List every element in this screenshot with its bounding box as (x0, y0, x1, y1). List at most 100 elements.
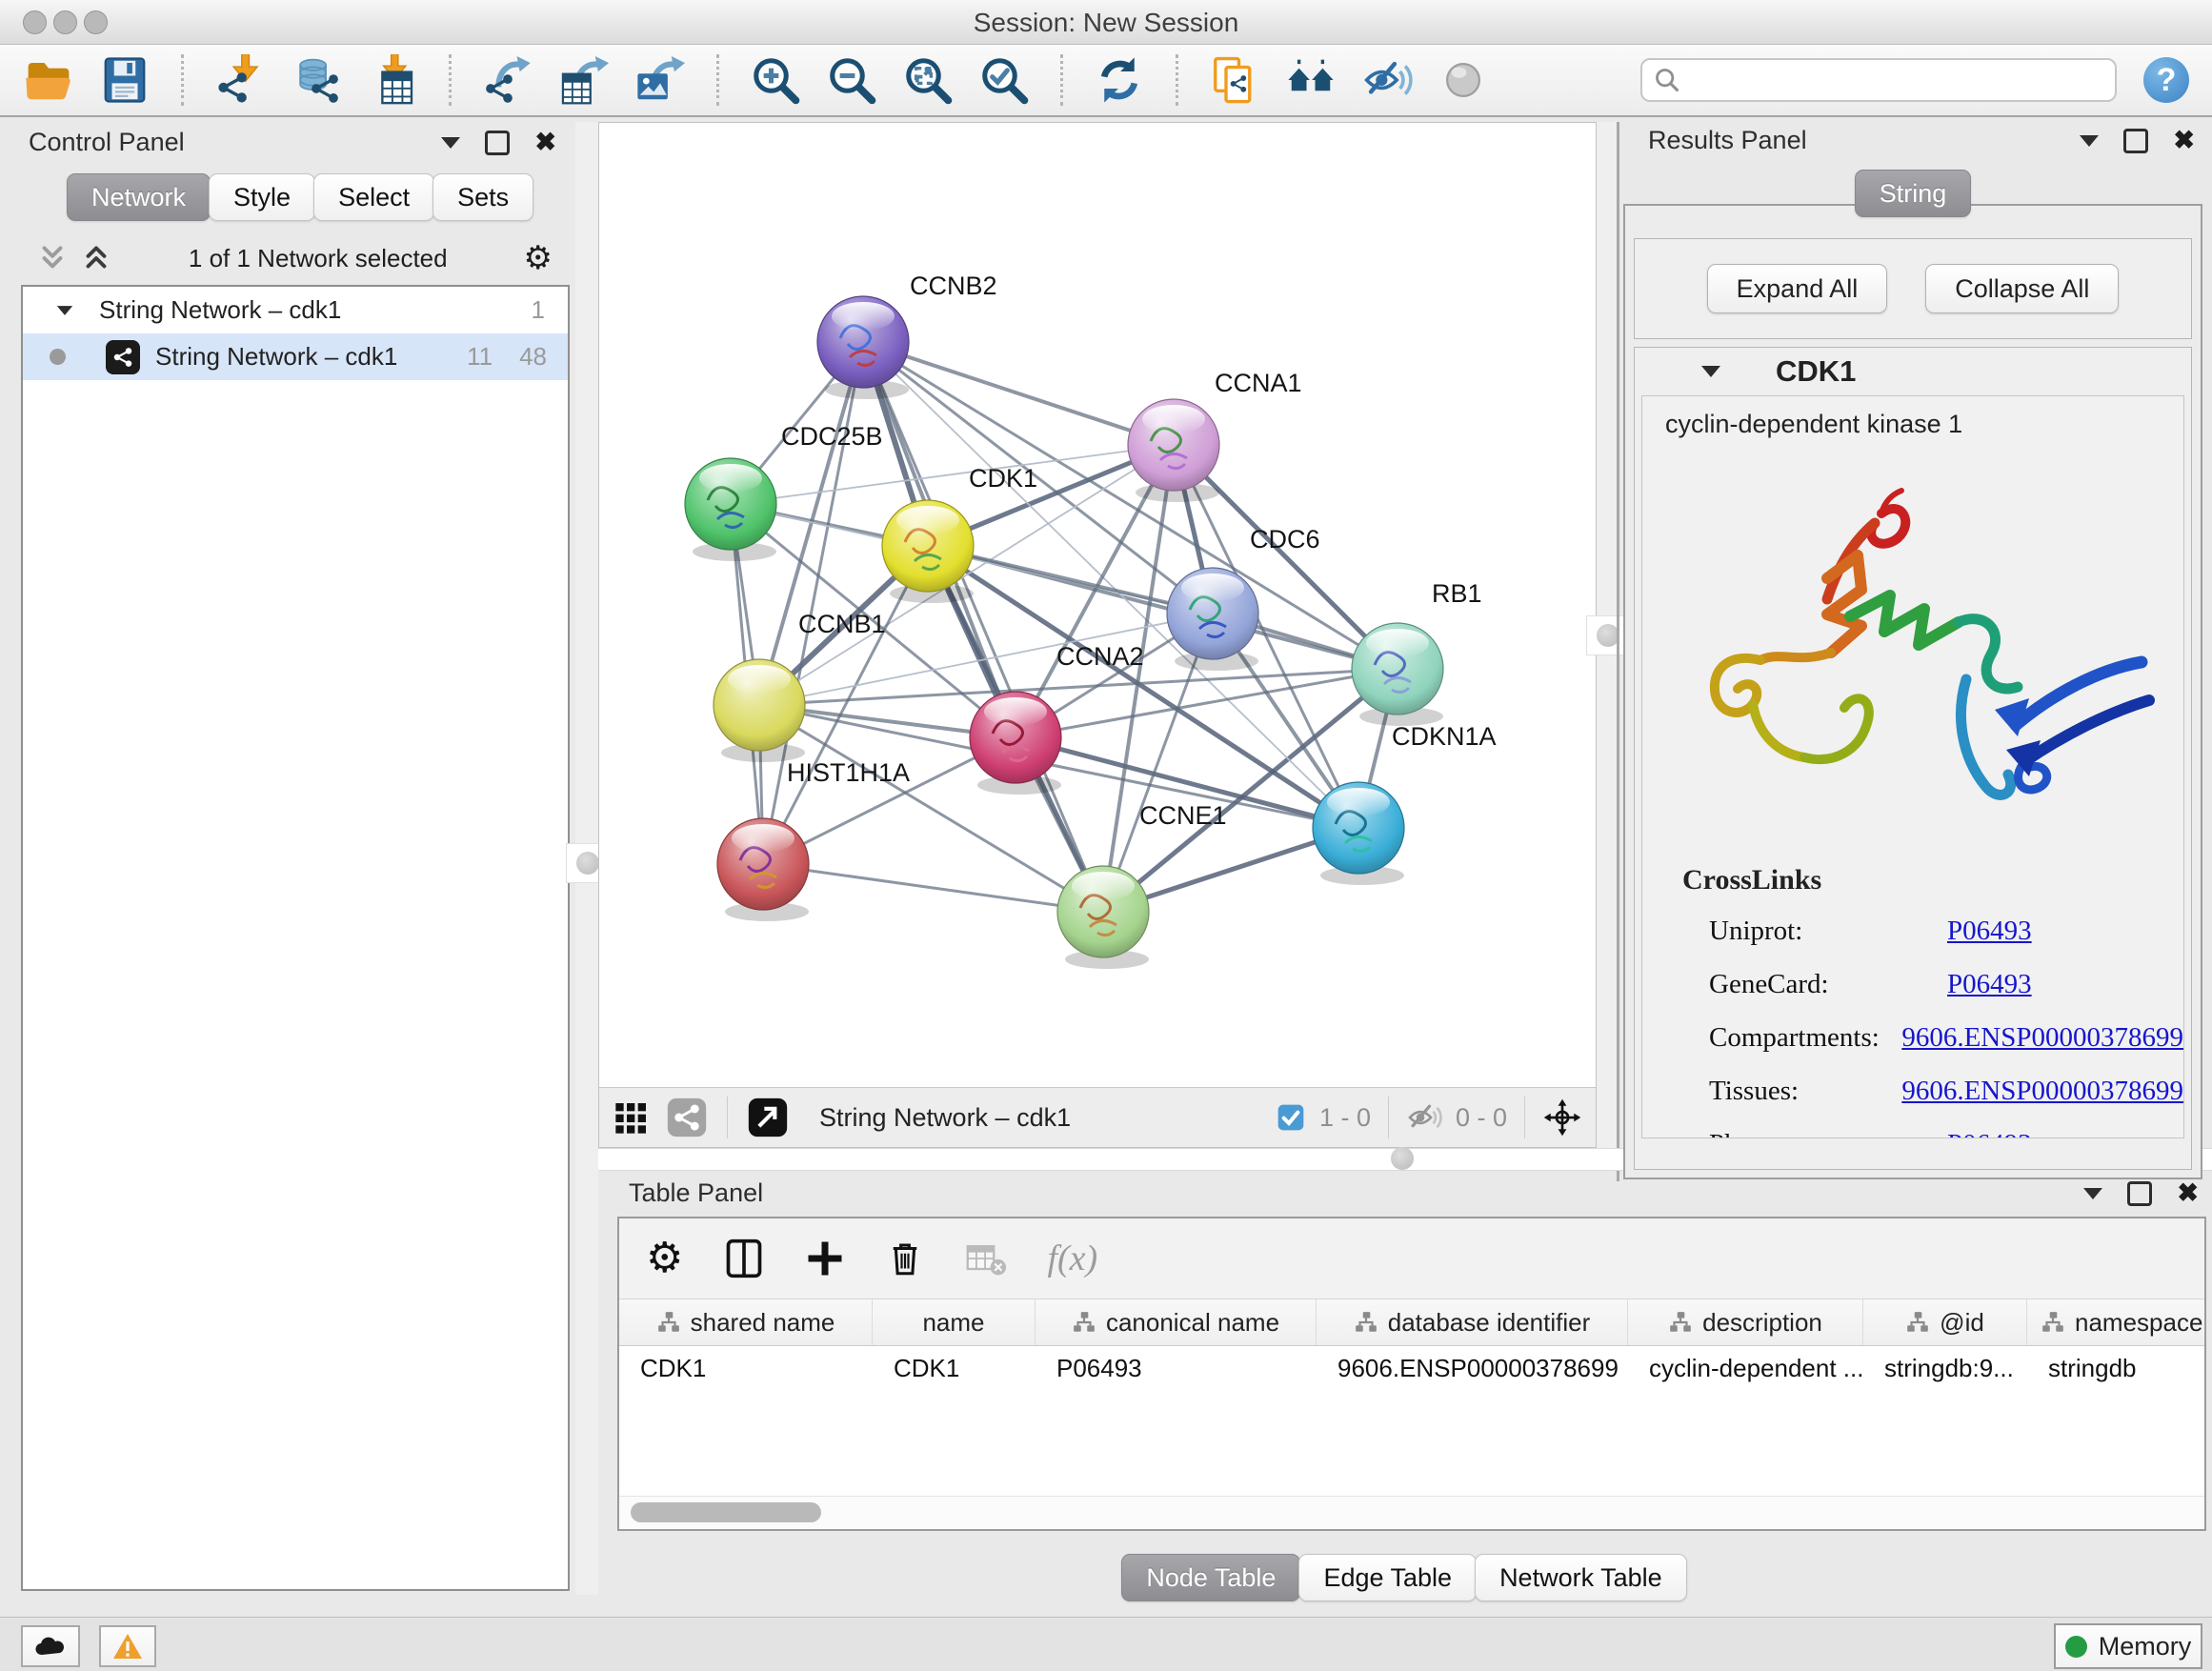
selected-node-edge-count: 1 - 0 (1319, 1103, 1371, 1133)
control-panel-title: Control Panel (29, 128, 185, 157)
collection-expander-icon[interactable] (57, 306, 72, 315)
close-panel-icon[interactable]: ✖ (2177, 1180, 2199, 1206)
import-network-from-database-button[interactable] (291, 54, 342, 106)
graph-node-HIST1H1A[interactable] (717, 818, 809, 921)
create-column-icon[interactable] (805, 1238, 845, 1278)
tissues-link[interactable]: 9606.ENSP00000378699 (1901, 1076, 2183, 1107)
hide-selected-button[interactable] (1361, 54, 1413, 106)
float-panel-icon[interactable] (2123, 129, 2148, 153)
close-panel-icon[interactable]: ✖ (534, 130, 556, 155)
open-session-button[interactable] (23, 54, 74, 106)
expand-all-networks-icon[interactable] (80, 242, 112, 274)
zoom-fit-button[interactable] (902, 54, 954, 106)
search-field[interactable] (1640, 58, 2117, 102)
expand-all-button[interactable]: Expand All (1707, 264, 1888, 313)
crosslink-row: GeneCard: P06493 (1709, 957, 2183, 1011)
export-table-button[interactable] (558, 54, 610, 106)
collapse-all-button[interactable]: Collapse All (1925, 264, 2119, 313)
network-view[interactable]: CCNB2CCNA1CDC25BCDK1CDC6RB1CCNB1CCNA2CDK… (598, 122, 1597, 1148)
graph-node-CCNB1[interactable] (714, 659, 805, 762)
tab-network[interactable]: Network (67, 173, 211, 221)
memory-button[interactable]: Memory (2054, 1623, 2202, 1669)
graph-node-CCNE1[interactable] (1057, 866, 1149, 969)
network-list: String Network – cdk1 1 String Network –… (21, 285, 570, 1591)
zoom-in-button[interactable] (750, 54, 801, 106)
network-selection-status: 1 of 1 Network selected (112, 244, 524, 273)
refresh-layout-button[interactable] (1094, 54, 1145, 106)
network-row-selected[interactable]: String Network – cdk1 11 48 (23, 333, 568, 380)
graph-node-CCNA1[interactable] (1128, 399, 1219, 502)
delete-column-icon[interactable] (885, 1238, 925, 1278)
toolbar-separator (1060, 54, 1063, 106)
panel-menu-icon[interactable] (441, 137, 460, 149)
tab-style[interactable]: Style (209, 173, 315, 221)
table-row[interactable]: CDK1 CDK1 P06493 9606.ENSP00000378699 cy… (619, 1346, 2204, 1390)
column-header-description[interactable]: description (1628, 1299, 1863, 1345)
graph-node-CDC25B[interactable] (685, 458, 776, 561)
import-table-from-file-button[interactable] (367, 54, 418, 106)
save-session-button[interactable] (99, 54, 151, 106)
detach-view-icon[interactable] (747, 1097, 789, 1138)
table-horizontal-scrollbar[interactable] (619, 1496, 2204, 1529)
horizontal-splitter-handle[interactable] (1391, 1147, 1414, 1170)
panel-menu-icon[interactable] (2083, 1188, 2102, 1199)
status-bar: Memory (0, 1617, 2212, 1671)
compartments-link[interactable]: 9606.ENSP00000378699 (1901, 1022, 2183, 1054)
network-collection-row[interactable]: String Network – cdk1 1 (23, 287, 568, 333)
column-header-shared-name[interactable]: shared name (619, 1299, 873, 1345)
first-neighbors-button[interactable] (1285, 54, 1337, 106)
import-network-from-file-button[interactable] (214, 54, 266, 106)
clone-network-button[interactable] (1209, 54, 1260, 106)
graph-node-RB1[interactable] (1352, 623, 1443, 726)
warnings-button[interactable] (99, 1625, 156, 1667)
graph-node-CCNA2[interactable] (970, 692, 1061, 795)
tab-string[interactable]: String (1855, 170, 1972, 217)
graph-node-CDC6[interactable] (1167, 568, 1258, 671)
selected-checkbox-icon[interactable] (1276, 1102, 1306, 1133)
export-image-button[interactable] (634, 54, 686, 106)
tab-sets[interactable]: Sets (432, 173, 533, 221)
zoom-selected-button[interactable] (978, 54, 1030, 106)
grid-view-icon[interactable] (613, 1098, 651, 1137)
table-header-row: shared name name canonical name database… (619, 1299, 2204, 1346)
scrollbar-thumb[interactable] (631, 1502, 821, 1522)
graph-node-CCNB2[interactable] (817, 296, 909, 399)
tab-node-table[interactable]: Node Table (1121, 1554, 1300, 1601)
collapse-all-networks-icon[interactable] (36, 242, 69, 274)
memory-label: Memory (2099, 1632, 2192, 1661)
genecard-link[interactable]: P06493 (1947, 969, 2032, 1000)
birds-eye-view-icon[interactable] (1542, 1097, 1582, 1137)
help-button[interactable]: ? (2143, 57, 2189, 103)
column-header-namespace[interactable]: namespace (2027, 1299, 2204, 1345)
node-label-HIST1H1A: HIST1H1A (787, 758, 910, 787)
node-label-CDC25B: CDC25B (781, 422, 883, 451)
tab-network-table[interactable]: Network Table (1475, 1554, 1687, 1601)
graph-node-CDKN1A[interactable] (1313, 782, 1404, 885)
pharos-link[interactable]: P06493 (1947, 1129, 2032, 1139)
table-options-gear-icon[interactable]: ⚙ (646, 1238, 683, 1279)
gene-expander-icon[interactable] (1701, 366, 1720, 377)
column-header-canonical-name[interactable]: canonical name (1036, 1299, 1317, 1345)
graph-node-CDK1[interactable] (882, 500, 974, 603)
column-header-database-identifier[interactable]: database identifier (1317, 1299, 1628, 1345)
search-input[interactable] (1688, 65, 2103, 96)
float-panel-icon[interactable] (485, 131, 510, 155)
float-panel-icon[interactable] (2127, 1181, 2152, 1206)
network-canvas[interactable]: CCNB2CCNA1CDC25BCDK1CDC6RB1CCNB1CCNA2CDK… (599, 123, 1596, 1088)
tab-edge-table[interactable]: Edge Table (1298, 1554, 1477, 1601)
column-header-name[interactable]: name (873, 1299, 1036, 1345)
panel-menu-icon[interactable] (2080, 135, 2099, 147)
cytoscape-window: Session: New Session (0, 0, 2212, 1671)
export-network-button[interactable] (482, 54, 533, 106)
network-options-gear-icon[interactable]: ⚙ (524, 239, 553, 277)
uniprot-link[interactable]: P06493 (1947, 916, 2032, 947)
cloud-icon (33, 1634, 68, 1659)
title-bar: Session: New Session (0, 0, 2212, 45)
cloud-status-button[interactable] (21, 1625, 80, 1667)
column-header-id[interactable]: @id (1863, 1299, 2027, 1345)
tab-select[interactable]: Select (313, 173, 434, 221)
zoom-out-button[interactable] (826, 54, 877, 106)
show-columns-icon[interactable] (723, 1238, 765, 1279)
close-panel-icon[interactable]: ✖ (2173, 128, 2195, 153)
string-results-box: Expand All Collapse All CDK1 cyclin-depe… (1623, 204, 2202, 1179)
